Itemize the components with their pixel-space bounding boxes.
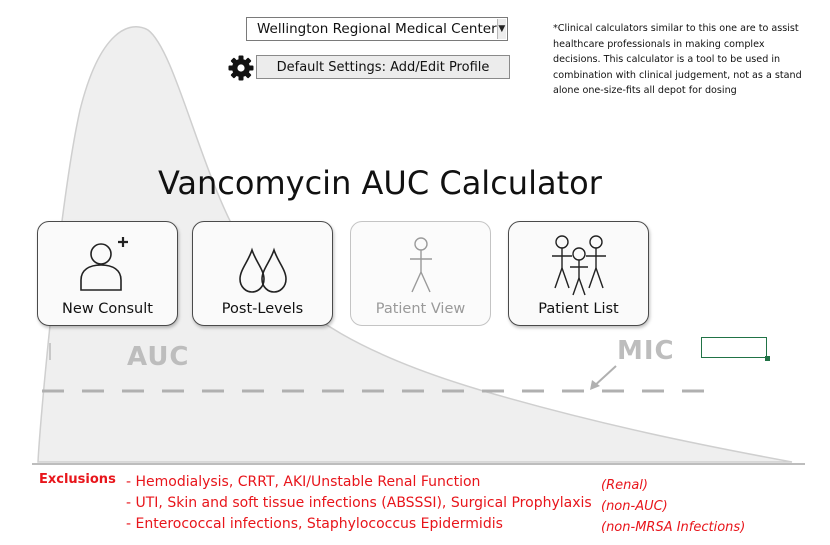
tile-label: Patient View: [375, 301, 466, 317]
exclusion-item: - Enterococcal infections, Staphylococcu…: [126, 516, 503, 532]
exclusion-category: (non-AUC): [601, 499, 668, 514]
stick-figure-icon: [409, 237, 432, 293]
add-user-icon: [79, 237, 128, 291]
new-consult-button[interactable]: New Consult: [37, 221, 178, 326]
tile-label: Patient List: [538, 301, 619, 317]
disclaimer-text: *Clinical calculators similar to this on…: [553, 23, 802, 97]
page-title: Vancomycin AUC Calculator: [158, 164, 602, 202]
exclusion-categories: (Renal) (non-AUC) (non-MRSA Infections): [601, 475, 745, 538]
auc-label: AUC: [127, 342, 190, 372]
exclusion-item: - Hemodialysis, CRRT, AKI/Unstable Renal…: [126, 474, 481, 490]
tile-label: Post-Levels: [221, 301, 304, 317]
gear-icon[interactable]: [227, 54, 255, 82]
exclusions-list: - Hemodialysis, CRRT, AKI/Unstable Renal…: [126, 472, 592, 535]
hospital-select-value: Wellington Regional Medical Center: [257, 21, 497, 37]
exclusions-heading: Exclusions: [39, 472, 116, 487]
tile-label: New Consult: [62, 301, 153, 317]
exclusion-category: (non-MRSA Infections): [601, 520, 746, 535]
hospital-select[interactable]: Wellington Regional Medical Center ▼: [246, 17, 508, 41]
post-levels-button[interactable]: Post-Levels: [192, 221, 333, 326]
mic-input-cell[interactable]: [701, 337, 770, 361]
patient-list-button[interactable]: Patient List: [508, 221, 649, 326]
patient-view-button[interactable]: Patient View: [350, 221, 491, 326]
exclusion-category: (Renal): [601, 478, 648, 493]
default-settings-button[interactable]: Default Settings: Add/Edit Profile: [256, 55, 510, 79]
chevron-down-icon[interactable]: ▼: [496, 19, 506, 39]
droplets-icon: [238, 247, 287, 293]
group-icon: [551, 235, 606, 296]
exclusion-item: - UTI, Skin and soft tissue infections (…: [126, 495, 592, 511]
mic-label: MIC: [617, 336, 675, 366]
